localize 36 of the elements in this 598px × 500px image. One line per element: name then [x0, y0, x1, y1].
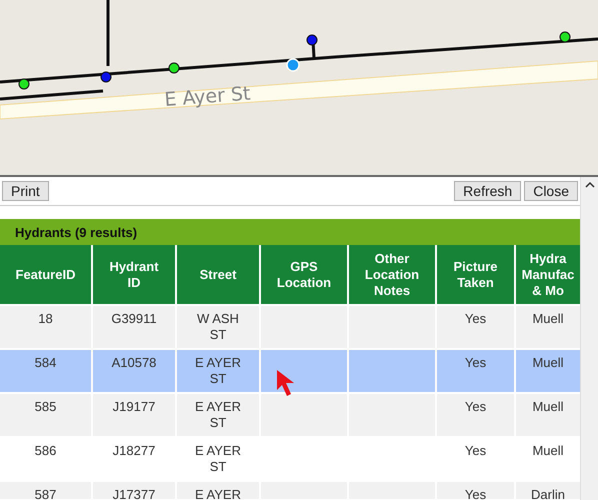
- toolbar-button[interactable]: Refresh: [454, 181, 522, 201]
- table-cell[interactable]: Muell: [516, 306, 580, 348]
- table-cell[interactable]: Yes: [437, 350, 514, 392]
- table-cell[interactable]: E AYER ST: [177, 350, 259, 392]
- table-cell[interactable]: Yes: [437, 394, 514, 436]
- table-cell[interactable]: [349, 350, 435, 392]
- table-cell[interactable]: [261, 394, 347, 436]
- column-header[interactable]: FeatureID: [0, 245, 91, 304]
- column-header[interactable]: Hydrant ID: [93, 245, 175, 304]
- print-button[interactable]: Print: [2, 181, 49, 201]
- column-header[interactable]: Street: [177, 245, 259, 304]
- table-cell[interactable]: 587: [0, 482, 91, 499]
- results-title: Hydrants (9 results): [0, 219, 580, 245]
- column-header[interactable]: Picture Taken: [437, 245, 514, 304]
- column-header[interactable]: GPS Location: [261, 245, 347, 304]
- scroll-up-icon[interactable]: [584, 181, 594, 188]
- street-label: E Ayer St: [164, 82, 252, 111]
- table-cell[interactable]: E AYER ST: [177, 394, 259, 436]
- table-cell[interactable]: J17377: [93, 482, 175, 499]
- scrollbar[interactable]: [580, 177, 598, 500]
- toolbar-button[interactable]: Close: [524, 181, 578, 201]
- table-cell[interactable]: 18: [0, 306, 91, 348]
- column-header[interactable]: Hydra Manufac & Mo: [516, 245, 580, 304]
- column-header[interactable]: Other Location Notes: [349, 245, 435, 304]
- table-cell[interactable]: 585: [0, 394, 91, 436]
- table-cell[interactable]: Muell: [516, 350, 580, 392]
- table-cell[interactable]: A10578: [93, 350, 175, 392]
- table-cell[interactable]: E AYER: [177, 482, 259, 499]
- table-cell[interactable]: Yes: [437, 306, 514, 348]
- table-cell[interactable]: Darlin: [516, 482, 580, 499]
- table-cell[interactable]: J19177: [93, 394, 175, 436]
- table-cell[interactable]: W ASH ST: [177, 306, 259, 348]
- table-cell[interactable]: Yes: [437, 482, 514, 499]
- table-cell[interactable]: Muell: [516, 394, 580, 436]
- table-cell[interactable]: 584: [0, 350, 91, 392]
- table-cell[interactable]: G39911: [93, 306, 175, 348]
